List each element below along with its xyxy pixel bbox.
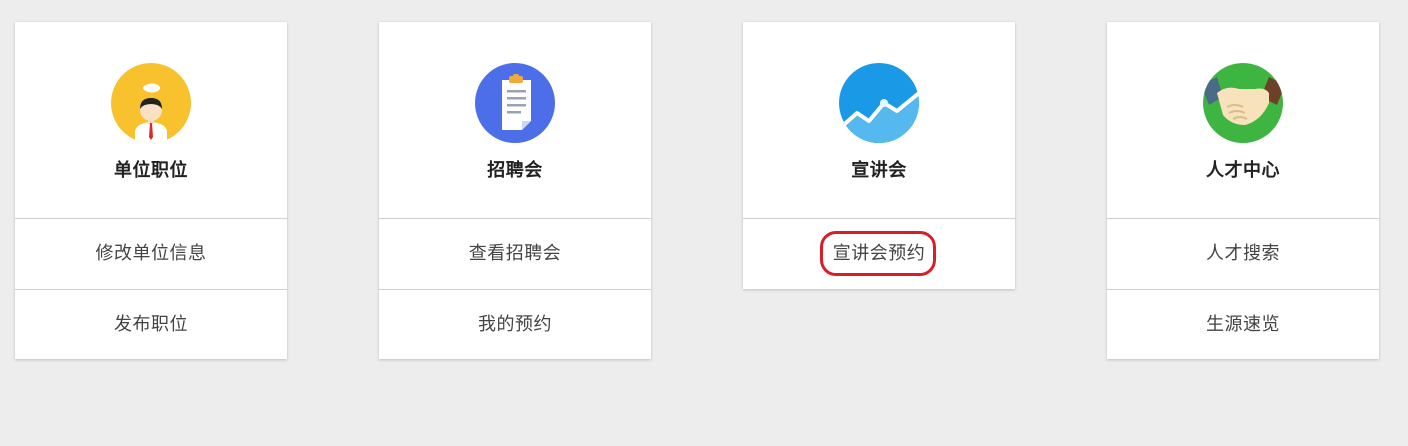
handshake-icon	[1203, 63, 1283, 143]
service-dashboard: 单位职位 修改单位信息 发布职位 招聘会 查看招聘会 我的预约 宣讲会 宣讲会预…	[0, 0, 1408, 446]
trend-chart-icon	[839, 63, 919, 143]
card-info-sessions: 宣讲会 宣讲会预约	[743, 22, 1015, 289]
card-employer-positions: 单位职位 修改单位信息 发布职位	[15, 22, 287, 359]
card-header: 单位职位	[15, 22, 287, 219]
talent-search-link[interactable]: 人才搜索	[1107, 219, 1379, 289]
card-header: 招聘会	[379, 22, 651, 219]
card-job-fairs: 招聘会 查看招聘会 我的预约	[379, 22, 651, 359]
card-talent-center: 人才中心 人才搜索 生源速览	[1107, 22, 1379, 359]
view-job-fairs-link[interactable]: 查看招聘会	[379, 219, 651, 289]
my-reservations-link[interactable]: 我的预约	[379, 289, 651, 359]
info-session-link-wrap: 宣讲会预约	[743, 219, 1015, 289]
card-title: 单位职位	[114, 160, 188, 181]
student-source-overview-link[interactable]: 生源速览	[1107, 289, 1379, 359]
card-title: 招聘会	[487, 160, 543, 181]
info-session-reservation-link[interactable]: 宣讲会预约	[743, 219, 1015, 289]
card-title: 人才中心	[1206, 160, 1280, 181]
card-header: 宣讲会	[743, 22, 1015, 219]
card-title: 宣讲会	[851, 160, 907, 181]
clipboard-document-icon	[475, 63, 555, 143]
post-position-link[interactable]: 发布职位	[15, 289, 287, 359]
edit-employer-info-link[interactable]: 修改单位信息	[15, 219, 287, 289]
card-header: 人才中心	[1107, 22, 1379, 219]
employer-person-icon	[111, 63, 191, 143]
